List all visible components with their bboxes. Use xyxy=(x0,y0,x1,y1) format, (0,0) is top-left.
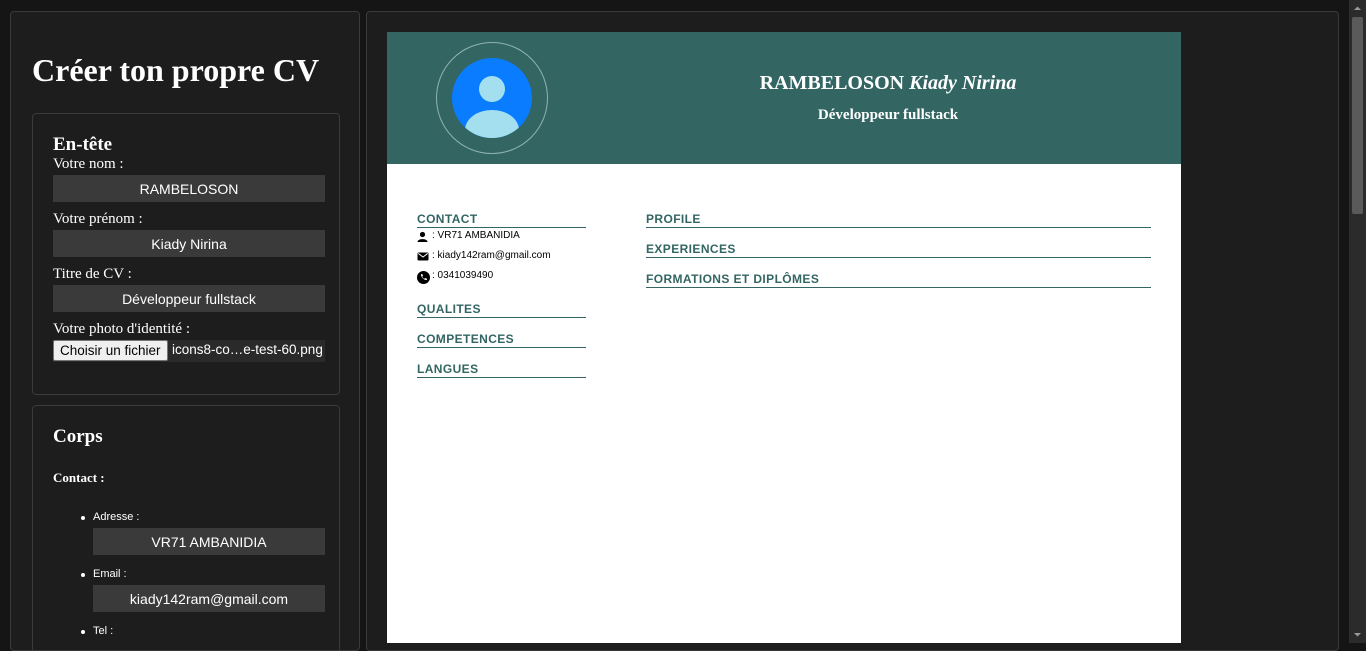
app-title: Créer ton propre CV xyxy=(32,52,320,88)
titre-input[interactable] xyxy=(53,285,325,312)
cv-section-experiences: EXPERIENCES xyxy=(646,242,1151,258)
cv-address-text: : VR71 AMBANIDIA xyxy=(432,230,520,241)
prenom-input[interactable] xyxy=(53,230,325,257)
photo-file-input[interactable]: Choisir un fichier icons8-co…e-test-60.p… xyxy=(53,340,325,362)
cv-section-profile: PROFILE xyxy=(646,212,1151,228)
cv-job-title: Développeur fullstack xyxy=(817,107,959,123)
editor-panel: Créer ton propre CV En-tête Votre nom : … xyxy=(10,11,360,651)
tel-label: Tel : xyxy=(93,625,114,637)
email-label: Email : xyxy=(93,568,127,580)
scroll-up-icon[interactable] xyxy=(1349,0,1366,17)
avatar-icon xyxy=(452,58,532,138)
header-form-card: En-tête Votre nom : Votre prénom : Titre… xyxy=(32,113,340,395)
nom-label: Votre nom : xyxy=(53,156,124,172)
cv-section-langues: LANGUES xyxy=(417,362,586,378)
phone-icon xyxy=(417,271,430,284)
cv-fullname: RAMBELOSON Kiady Nirina xyxy=(660,72,1116,95)
cv-section-qualites: QUALITES xyxy=(417,302,586,318)
cv-section-contact: CONTACT xyxy=(417,212,586,228)
list-bullet xyxy=(81,516,85,520)
adresse-input[interactable] xyxy=(93,528,325,555)
cv-preview: RAMBELOSON Kiady Nirina Développeur full… xyxy=(387,32,1181,643)
titre-label: Titre de CV : xyxy=(53,266,132,282)
list-bullet xyxy=(81,630,85,634)
adresse-label: Adresse : xyxy=(93,511,140,523)
scroll-down-icon[interactable] xyxy=(1349,626,1366,643)
contact-heading: Contact : xyxy=(53,470,105,485)
person-icon xyxy=(417,231,428,242)
cv-phone-text: : 0341039490 xyxy=(432,270,494,281)
body-form-card: Corps Contact : Adresse : Email : Tel : xyxy=(32,405,340,650)
photo-filename: icons8-co…e-test-60.png xyxy=(172,342,323,357)
cv-last-name: RAMBELOSON xyxy=(759,72,905,94)
cv-email-text: : kiady142ram@gmail.com xyxy=(432,250,551,261)
cv-header: RAMBELOSON Kiady Nirina Développeur full… xyxy=(387,32,1181,164)
body-section-title: Corps xyxy=(53,426,103,447)
envelope-icon xyxy=(417,252,429,261)
header-section-title: En-tête xyxy=(53,134,113,155)
photo-label: Votre photo d'identité : xyxy=(53,321,190,337)
nom-input[interactable] xyxy=(53,175,325,202)
prenom-label: Votre prénom : xyxy=(53,211,143,227)
vertical-scrollbar[interactable] xyxy=(1349,0,1366,643)
scrollbar-thumb[interactable] xyxy=(1352,17,1363,214)
list-bullet xyxy=(81,573,85,577)
email-input[interactable] xyxy=(93,585,325,612)
cv-first-name: Kiady Nirina xyxy=(909,72,1017,94)
cv-section-competences: COMPETENCES xyxy=(417,332,586,348)
cv-section-formations: FORMATIONS ET DIPLÔMES xyxy=(646,272,1151,288)
choose-file-button[interactable]: Choisir un fichier xyxy=(53,340,168,361)
